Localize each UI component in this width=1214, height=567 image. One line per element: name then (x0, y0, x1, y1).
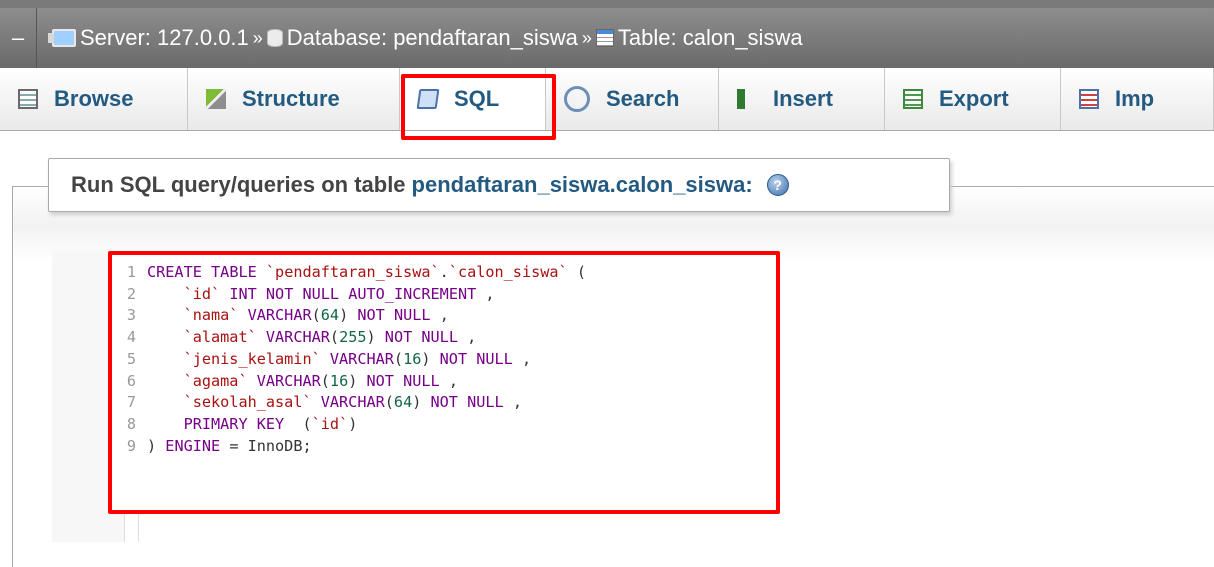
browse-icon (18, 89, 38, 109)
structure-icon (206, 89, 226, 109)
breadcrumb-separator: » (252, 27, 263, 48)
code-line-text: `id` INT NOT NULL AUTO_INCREMENT , (183, 284, 495, 303)
help-icon[interactable]: ? (766, 174, 789, 196)
code-line: 5 `jenis_kelamin` VARCHAR(16) NOT NULL , (118, 349, 586, 371)
search-icon (564, 86, 590, 112)
sql-query-legend: Run SQL query/queries on table pendaftar… (48, 158, 950, 212)
line-number: 9 (126, 436, 136, 455)
breadcrumb-server-link[interactable]: Server: 127.0.0.1 (80, 25, 249, 51)
insert-icon (737, 89, 757, 109)
table-tabs: Browse Structure SQL Search Insert Expor… (0, 68, 1214, 131)
server-icon (48, 29, 76, 47)
breadcrumb-table-link[interactable]: Table: calon_siswa (618, 25, 803, 51)
legend-prefix: Run SQL query/queries on table (71, 172, 406, 197)
legend-table-name: pendaftaran_siswa.calon_siswa: (411, 172, 753, 197)
table-icon (595, 29, 614, 47)
export-icon (903, 89, 923, 109)
code-line-text: `alamat` VARCHAR(255) NOT NULL , (183, 328, 477, 347)
line-number: 3 (126, 306, 136, 325)
tab-import[interactable]: Imp (1061, 68, 1214, 130)
code-line: 3 `nama` VARCHAR(64) NOT NULL , (118, 305, 586, 327)
tab-search-label: Search (606, 86, 680, 111)
code-line-text: PRIMARY KEY (`id`) (183, 414, 358, 433)
line-number: 4 (126, 328, 136, 347)
breadcrumb-bar: – Server: 127.0.0.1 » Database: pendafta… (0, 0, 1214, 69)
tab-import-label: Imp (1115, 86, 1155, 111)
line-number: 5 (126, 349, 136, 368)
line-number: 7 (126, 393, 136, 412)
code-line: 2 `id` INT NOT NULL AUTO_INCREMENT , (118, 284, 586, 306)
import-icon (1079, 89, 1099, 109)
tab-browse[interactable]: Browse (0, 68, 188, 130)
tab-insert-label: Insert (773, 86, 833, 111)
code-line: 4 `alamat` VARCHAR(255) NOT NULL , (118, 327, 586, 349)
line-number: 6 (126, 371, 136, 390)
tab-search[interactable]: Search (546, 68, 719, 130)
code-line: 8 PRIMARY KEY (`id`) (118, 414, 586, 436)
line-number: 1 (126, 263, 136, 281)
breadcrumb-separator: » (581, 27, 592, 48)
code-line-text: `jenis_kelamin` VARCHAR(16) NOT NULL , (183, 349, 532, 368)
tab-structure-label: Structure (242, 86, 340, 111)
top-edge (0, 0, 1214, 8)
collapse-navigation-button[interactable]: – (0, 8, 37, 68)
tab-export-label: Export (939, 86, 1009, 111)
code-line-text: ) ENGINE = InnoDB; (147, 436, 312, 455)
code-line: 1 CREATE TABLE `pendaftaran_siswa`.`calon… (118, 262, 586, 284)
breadcrumb-database-link[interactable]: Database: pendaftaran_siswa (287, 25, 578, 51)
tab-browse-label: Browse (54, 86, 134, 111)
editor-divider (138, 514, 139, 542)
tab-export[interactable]: Export (885, 68, 1061, 130)
sql-code-editor[interactable]: 1 CREATE TABLE `pendaftaran_siswa`.`calon… (118, 262, 586, 457)
line-number: 2 (126, 284, 136, 303)
code-line-text: `sekolah_asal` VARCHAR(64) NOT NULL , (183, 393, 522, 412)
code-line-text: CREATE TABLE `pendaftaran_siswa`.`calon_… (147, 263, 586, 281)
tab-insert[interactable]: Insert (719, 68, 885, 130)
tab-structure[interactable]: Structure (188, 68, 400, 130)
database-icon (266, 29, 283, 47)
breadcrumb: Server: 127.0.0.1 » Database: pendaftara… (48, 8, 803, 68)
line-number: 8 (126, 414, 136, 433)
sql-tab-highlight-box (401, 74, 556, 140)
code-line: 7 `sekolah_asal` VARCHAR(64) NOT NULL , (118, 392, 586, 414)
code-line: 9 ) ENGINE = InnoDB; (118, 436, 586, 458)
code-line-text: `nama` VARCHAR(64) NOT NULL , (183, 306, 449, 325)
code-line: 6 `agama` VARCHAR(16) NOT NULL , (118, 371, 586, 393)
code-line-text: `agama` VARCHAR(16) NOT NULL , (183, 371, 458, 390)
